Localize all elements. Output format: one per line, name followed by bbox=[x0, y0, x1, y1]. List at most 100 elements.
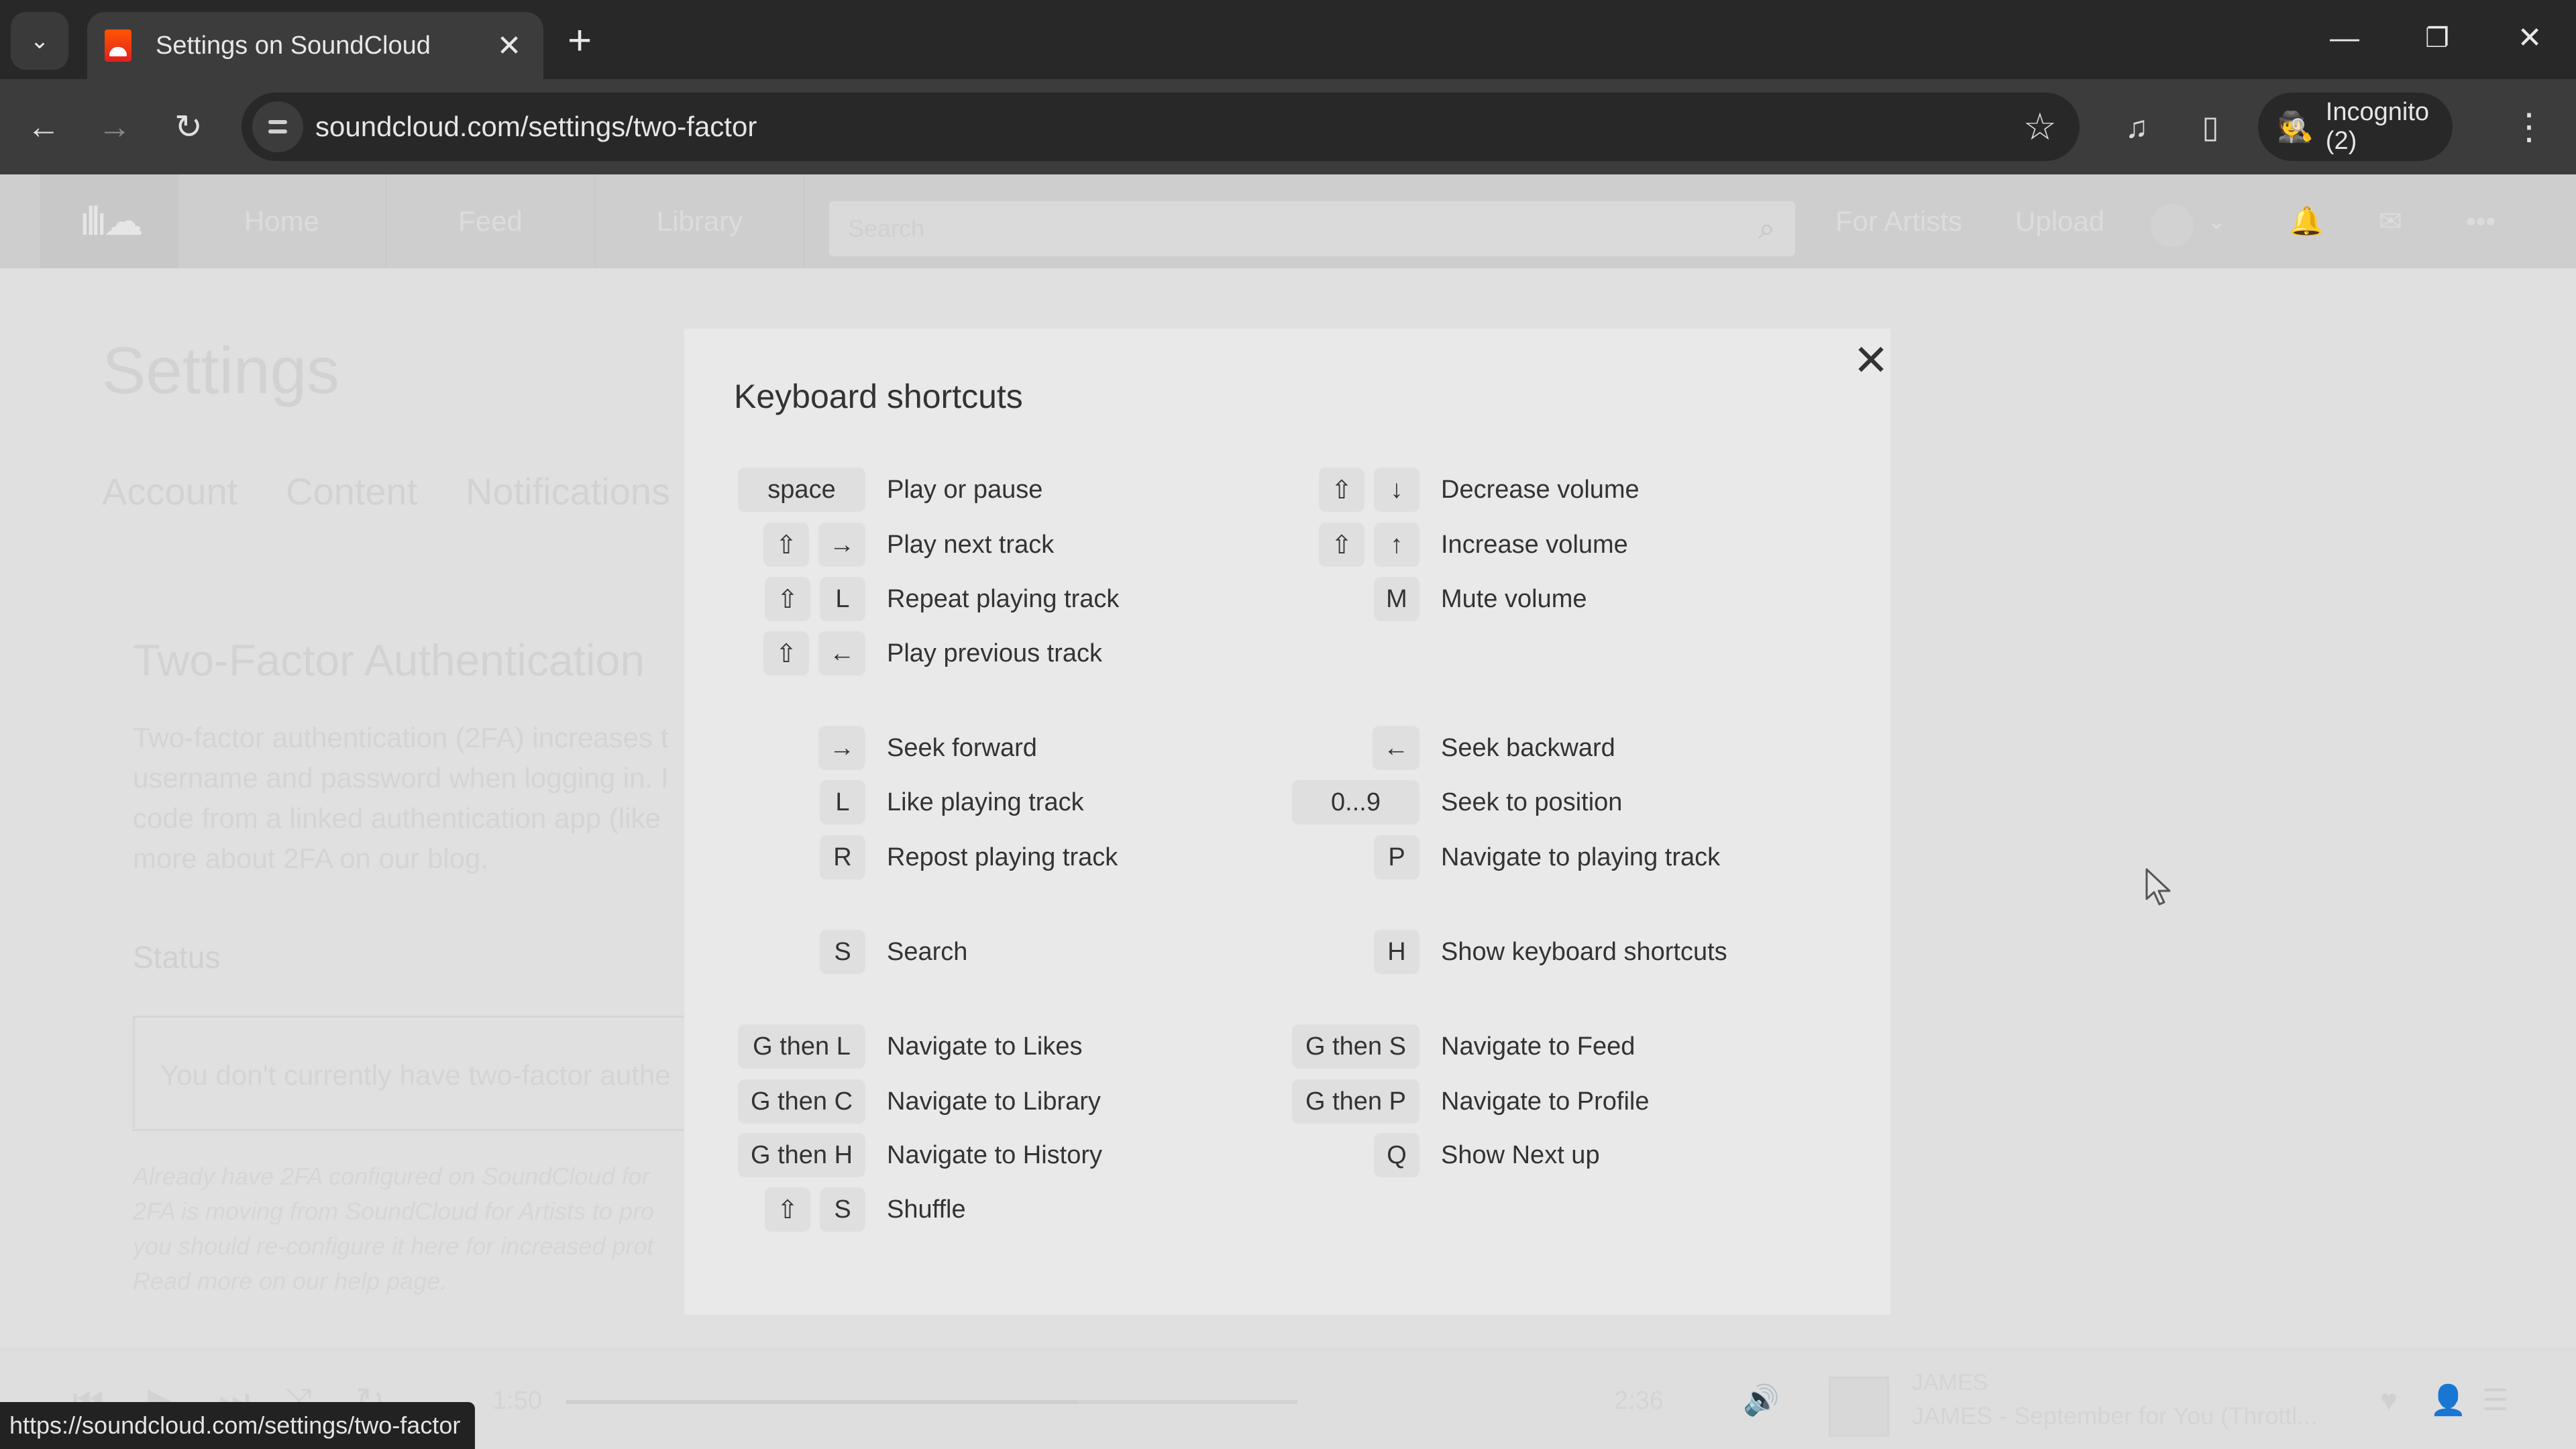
shortcut-row: ⇧ ← Play previous track bbox=[684, 631, 1102, 676]
shortcut-keys: Q bbox=[1218, 1133, 1419, 1177]
site-info-icon[interactable] bbox=[252, 101, 303, 152]
shortcut-keys: G then L bbox=[684, 1024, 865, 1069]
shortcut-keys: → bbox=[684, 726, 865, 770]
progress-bar[interactable] bbox=[566, 1400, 1297, 1404]
shortcut-description: Repost playing track bbox=[887, 843, 1118, 871]
shortcut-keys: ⇧ → bbox=[684, 523, 865, 567]
keycap: G then S bbox=[1292, 1024, 1419, 1069]
notifications-bell-icon[interactable]: 🔔 bbox=[2289, 174, 2324, 268]
keycap: G then P bbox=[1292, 1079, 1419, 1124]
description-line: more about 2FA on our blog. bbox=[133, 843, 489, 874]
modal-title: Keyboard shortcuts bbox=[734, 378, 1023, 415]
keycap: G then H bbox=[738, 1133, 865, 1177]
shortcut-description: Search bbox=[887, 937, 968, 966]
shortcut-description: Play or pause bbox=[887, 475, 1043, 504]
messages-icon[interactable]: ✉ bbox=[2379, 174, 2402, 268]
restore-window-button[interactable]: ❐ bbox=[2414, 15, 2461, 62]
tab-content[interactable]: Content bbox=[286, 470, 417, 513]
avatar[interactable] bbox=[2151, 204, 2194, 247]
shortcut-row: L Like playing track bbox=[684, 780, 1084, 824]
follow-icon[interactable]: 👤 bbox=[2430, 1381, 2467, 1421]
keycap: → bbox=[818, 726, 865, 770]
keycap: L bbox=[820, 780, 865, 824]
soundcloud-logo-icon[interactable]: ıllı☁ bbox=[40, 174, 178, 268]
description-line: code from a linked authentication app (l… bbox=[133, 802, 661, 834]
close-tab-icon[interactable]: ✕ bbox=[492, 29, 526, 63]
avatar-chevron-icon[interactable]: ⌄ bbox=[2207, 174, 2226, 268]
forward-button[interactable]: → bbox=[93, 105, 137, 149]
shortcut-keys: S bbox=[684, 930, 865, 974]
tab-notifications[interactable]: Notifications bbox=[466, 470, 670, 513]
nav-library[interactable]: Library bbox=[596, 174, 805, 268]
keycap: ⇧ bbox=[763, 523, 809, 567]
keycap: G then C bbox=[738, 1079, 865, 1124]
duration-time: 2:36 bbox=[1614, 1387, 1664, 1415]
soundcloud-favicon-icon bbox=[105, 30, 131, 62]
reload-button[interactable]: ↻ bbox=[166, 105, 211, 149]
shortcut-row: ⇧ S Shuffle bbox=[684, 1187, 966, 1232]
keycap: M bbox=[1374, 577, 1419, 621]
address-bar[interactable]: soundcloud.com/settings/two-factor ☆ bbox=[241, 93, 2080, 161]
shortcut-description: Navigate to Profile bbox=[1441, 1087, 1650, 1116]
page-title: Settings bbox=[102, 333, 340, 407]
tab-account[interactable]: Account bbox=[102, 470, 237, 513]
queue-icon[interactable]: ☰ bbox=[2482, 1381, 2508, 1421]
for-artists-link[interactable]: For Artists bbox=[1835, 174, 1962, 268]
bookmark-star-icon[interactable]: ☆ bbox=[2023, 93, 2057, 161]
search-placeholder: Search bbox=[848, 215, 925, 242]
shortcut-description: Mute volume bbox=[1441, 584, 1587, 613]
track-artwork[interactable] bbox=[1829, 1377, 1889, 1437]
new-tab-button[interactable]: + bbox=[568, 17, 592, 64]
note-line: 2FA is moving from SoundCloud for Artist… bbox=[133, 1197, 654, 1225]
incognito-profile-button[interactable]: 🕵 Incognito (2) bbox=[2258, 93, 2453, 161]
close-window-button[interactable]: ✕ bbox=[2506, 15, 2553, 62]
media-control-icon[interactable]: ♫ bbox=[2113, 105, 2160, 149]
keycap: Q bbox=[1374, 1133, 1419, 1177]
shortcut-row: ⇧ ↑ Increase volume bbox=[1218, 523, 1628, 567]
shortcut-keys: ← bbox=[1218, 726, 1419, 770]
keycap: R bbox=[820, 835, 865, 879]
side-panel-icon[interactable]: ▯ bbox=[2187, 105, 2234, 149]
upload-link[interactable]: Upload bbox=[2015, 174, 2104, 268]
more-options-icon[interactable]: ••• bbox=[2466, 174, 2496, 268]
incognito-icon: 🕵 bbox=[2277, 111, 2314, 144]
search-input[interactable]: Search ⌕ bbox=[829, 201, 1795, 256]
shortcut-description: Show keyboard shortcuts bbox=[1441, 937, 1727, 966]
nav-home[interactable]: Home bbox=[178, 174, 386, 268]
browser-tab[interactable]: Settings on SoundCloud ✕ bbox=[87, 12, 543, 79]
address-url[interactable]: soundcloud.com/settings/two-factor bbox=[315, 93, 757, 161]
shortcut-description: Navigate to History bbox=[887, 1140, 1103, 1169]
note-line: Already have 2FA configured on SoundClou… bbox=[133, 1163, 650, 1190]
shortcut-row: P Navigate to playing track bbox=[1218, 835, 1720, 879]
keycap: ↑ bbox=[1374, 523, 1419, 567]
shortcut-row: space Play or pause bbox=[684, 468, 1042, 512]
nav-feed[interactable]: Feed bbox=[386, 174, 596, 268]
like-icon[interactable]: ♥ bbox=[2380, 1381, 2398, 1421]
close-icon[interactable]: ✕ bbox=[1846, 335, 1896, 385]
keycap: L bbox=[820, 577, 865, 621]
shortcut-keys: 0...9 bbox=[1218, 780, 1419, 824]
keycap: ↓ bbox=[1374, 468, 1419, 512]
search-icon[interactable]: ⌕ bbox=[1758, 201, 1775, 256]
shortcut-description: Navigate to Likes bbox=[887, 1032, 1083, 1061]
shortcut-row: M Mute volume bbox=[1218, 577, 1587, 621]
shortcut-description: Decrease volume bbox=[1441, 475, 1640, 504]
back-button[interactable]: ← bbox=[21, 105, 66, 149]
tab-search-button[interactable]: ⌄ bbox=[11, 12, 68, 70]
keycap: → bbox=[818, 523, 865, 567]
keycap: 0...9 bbox=[1292, 780, 1419, 824]
chevron-down-icon: ⌄ bbox=[30, 28, 50, 54]
track-artist[interactable]: JAMES bbox=[1912, 1370, 1988, 1396]
shortcut-keys: ⇧ S bbox=[684, 1187, 865, 1232]
minimize-window-button[interactable]: — bbox=[2321, 15, 2368, 62]
shortcut-description: Play previous track bbox=[887, 639, 1103, 667]
shortcut-description: Seek forward bbox=[887, 733, 1037, 762]
shortcut-description: Navigate to playing track bbox=[1441, 843, 1721, 871]
shortcut-row: R Repost playing track bbox=[684, 835, 1118, 879]
shortcut-keys: M bbox=[1218, 577, 1419, 621]
shortcut-keys: L bbox=[684, 780, 865, 824]
track-title[interactable]: JAMES - September for You (Throttl... bbox=[1912, 1402, 2317, 1430]
volume-icon[interactable]: 🔊 bbox=[1743, 1381, 1780, 1421]
browser-menu-icon[interactable]: ⋮ bbox=[2509, 105, 2549, 149]
soundcloud-header: ıllı☁ Home Feed Library Search ⌕ For Art… bbox=[0, 174, 2576, 268]
